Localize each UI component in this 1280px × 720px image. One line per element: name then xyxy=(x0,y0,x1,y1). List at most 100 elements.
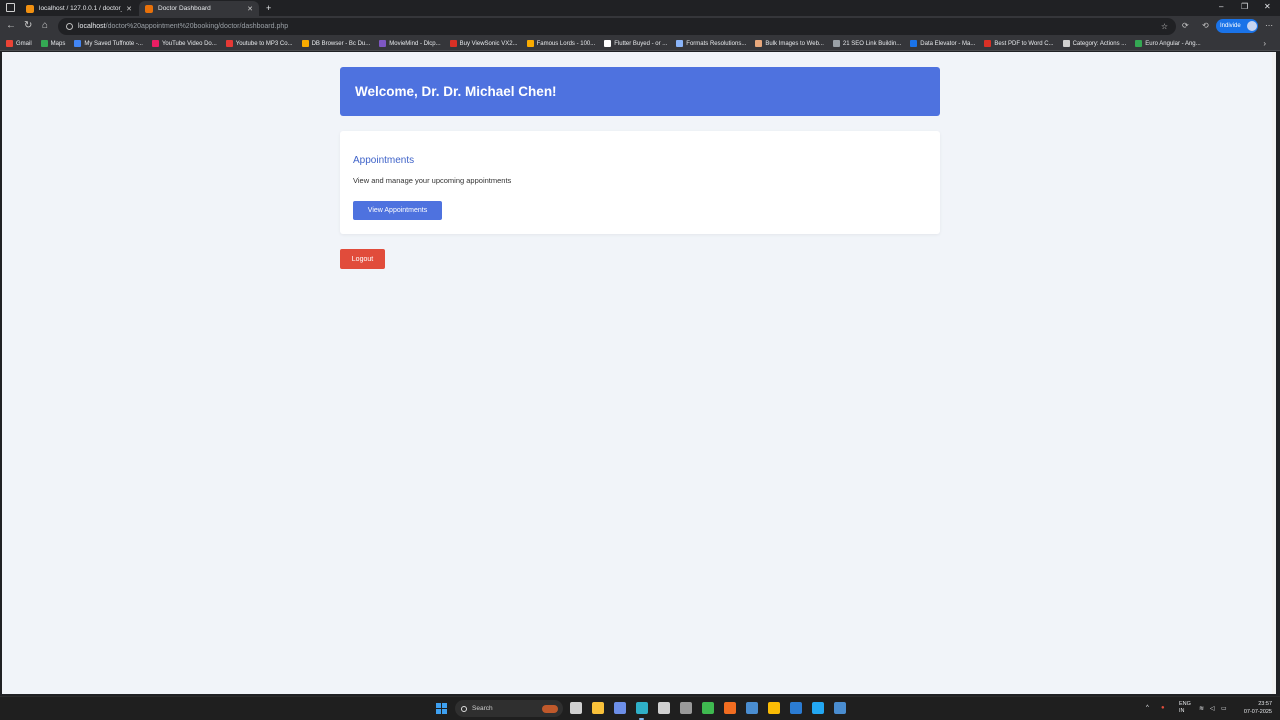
xbox-icon[interactable] xyxy=(702,702,714,714)
bookmark-item[interactable]: Euro Angular - Ang... xyxy=(1135,40,1201,47)
bookmark-item[interactable]: Youtube to MP3 Co... xyxy=(225,40,293,47)
bookmark-label: 21 SEO Link Buildin... xyxy=(842,40,902,47)
copilot-icon[interactable] xyxy=(614,702,626,714)
site-info-icon[interactable] xyxy=(66,23,73,30)
bookmark-label: Best PDF to Word C... xyxy=(994,40,1054,47)
bookmark-item[interactable]: Best PDF to Word C... xyxy=(984,40,1054,47)
tab-strip: localhost / 127.0.0.1 / doctor_app ✕ Doc… xyxy=(0,0,1280,16)
file-explorer-icon[interactable] xyxy=(592,702,604,714)
store-icon[interactable] xyxy=(658,702,670,714)
close-tab-icon[interactable]: ✕ xyxy=(247,5,253,13)
profile-button[interactable]: Individe xyxy=(1216,19,1258,33)
extensions-icon[interactable]: ⟳ xyxy=(1182,21,1189,30)
bookmark-item[interactable]: Gmail xyxy=(6,40,32,47)
bookmark-item[interactable]: YouTube Video Do... xyxy=(151,40,217,47)
task-view-icon[interactable] xyxy=(570,702,582,714)
logout-button[interactable]: Logout xyxy=(340,249,385,269)
appointments-card: Appointments View and manage your upcomi… xyxy=(340,131,940,234)
volume-icon[interactable]: ◁ xyxy=(1210,705,1215,712)
search-highlight-icon xyxy=(542,704,558,713)
bookmark-label: Data Elevator - Ma... xyxy=(920,40,976,47)
bookmark-favicon-icon xyxy=(604,40,612,47)
welcome-header: Welcome, Dr. Dr. Michael Chen! xyxy=(340,67,940,116)
bookmark-item[interactable]: Formats Resolutions... xyxy=(676,40,746,47)
bookmark-favicon-icon xyxy=(1062,40,1070,47)
search-icon xyxy=(461,705,467,712)
bookmark-favicon-icon xyxy=(910,40,918,47)
reload-icon[interactable]: ↻ xyxy=(24,20,32,31)
bookmark-item[interactable]: Flutter Buyed - or ... xyxy=(604,40,667,47)
firefox-icon[interactable] xyxy=(724,702,736,714)
maximize-icon[interactable]: ❐ xyxy=(1241,2,1248,11)
taskbar-search[interactable]: Search xyxy=(455,700,563,717)
bookmark-item[interactable]: My Saved Tuffnote -... xyxy=(74,40,143,47)
bookmark-item[interactable]: MovieMind - Dlcp... xyxy=(379,40,441,47)
close-tab-icon[interactable]: ✕ xyxy=(126,5,132,13)
bookmark-item[interactable]: Famous Lords - 100... xyxy=(526,40,596,47)
bookmark-favicon-icon xyxy=(6,40,13,47)
bookmark-label: Bulk Images to Web... xyxy=(765,40,824,47)
edge-icon[interactable] xyxy=(636,702,648,714)
bookmark-favicon-icon xyxy=(225,40,233,47)
address-bar[interactable]: localhost/doctor%20appointment%20booking… xyxy=(58,18,1176,35)
bookmark-label: YouTube Video Do... xyxy=(161,40,217,47)
close-window-icon[interactable]: ✕ xyxy=(1264,2,1271,11)
tab-actions-icon[interactable] xyxy=(6,3,15,12)
page-content: Welcome, Dr. Dr. Michael Chen! Appointme… xyxy=(2,52,1276,694)
bookmark-item[interactable]: Maps xyxy=(40,40,65,47)
scrollbar[interactable] xyxy=(1272,52,1276,694)
bookmark-favicon-icon xyxy=(526,40,534,47)
language-indicator[interactable]: ENG IN xyxy=(1179,701,1191,715)
card-description: View and manage your upcoming appointmen… xyxy=(353,176,512,185)
bookmark-item[interactable]: Buy ViewSonic VX2... xyxy=(449,40,518,47)
bookmark-favicon-icon xyxy=(301,40,309,47)
bookmark-label: Buy ViewSonic VX2... xyxy=(459,40,518,47)
bookmark-item[interactable]: Bulk Images to Web... xyxy=(755,40,824,47)
app-tray-icon[interactable]: ● xyxy=(1161,705,1165,711)
bookmark-item[interactable]: DB Browser - Bc Du... xyxy=(301,40,370,47)
back-icon[interactable]: ← xyxy=(6,20,16,31)
start-icon[interactable] xyxy=(436,703,447,714)
browser-toolbar: ← ↻ ⌂ localhost/doctor%20appointment%20b… xyxy=(0,16,1280,37)
clock[interactable]: 23:57 07-07-2025 xyxy=(1238,700,1272,716)
chrome-icon[interactable] xyxy=(768,702,780,714)
menu-icon[interactable]: ⋯ xyxy=(1265,21,1273,30)
history-icon[interactable]: ⟲ xyxy=(1202,21,1209,30)
bookmark-favicon-icon xyxy=(40,40,48,47)
page-favicon-icon xyxy=(145,4,153,13)
bookmarks-bar: Gmail Maps My Saved Tuffnote -... YouTube V… xyxy=(0,37,1280,51)
bookmark-favicon-icon xyxy=(151,40,159,47)
more-bookmarks-icon[interactable]: › xyxy=(1263,39,1266,48)
show-hidden-icons-icon[interactable]: ^ xyxy=(1146,705,1149,711)
word-icon[interactable] xyxy=(790,702,802,714)
view-appointments-button[interactable]: View Appointments xyxy=(353,201,442,220)
new-tab-icon[interactable]: + xyxy=(266,3,271,13)
card-title: Appointments xyxy=(353,155,415,166)
terminal-icon[interactable] xyxy=(746,702,758,714)
taskbar: Search ^ ● ENG IN ≋ ◁ ▭ 23:57 07-07-2025 xyxy=(0,696,1280,720)
battery-icon[interactable]: ▭ xyxy=(1221,705,1227,712)
url-text: localhost/doctor%20appointment%20booking… xyxy=(78,23,289,30)
bookmark-favicon-icon xyxy=(832,40,840,47)
bookmark-favicon-icon xyxy=(379,40,387,47)
bookmark-favicon-icon xyxy=(755,40,763,47)
bookmark-item[interactable]: 21 SEO Link Buildin... xyxy=(832,40,902,47)
bookmark-favicon-icon xyxy=(74,40,82,47)
vscode-icon[interactable] xyxy=(812,702,824,714)
tab-phpmyadmin[interactable]: localhost / 127.0.0.1 / doctor_app ✕ xyxy=(20,1,138,16)
bookmark-favicon-icon xyxy=(1135,40,1143,47)
wifi-icon[interactable]: ≋ xyxy=(1199,705,1204,712)
minimize-icon[interactable]: – xyxy=(1219,2,1223,11)
tab-doctor-dashboard[interactable]: Doctor Dashboard ✕ xyxy=(139,1,259,16)
bookmark-item[interactable]: Category: Actions ... xyxy=(1062,40,1126,47)
welcome-text: Welcome, Dr. Dr. Michael Chen! xyxy=(355,84,557,99)
bookmark-label: My Saved Tuffnote -... xyxy=(84,40,143,47)
bookmark-label: Famous Lords - 100... xyxy=(536,40,596,47)
terminal-2-icon[interactable] xyxy=(834,702,846,714)
settings-icon[interactable] xyxy=(680,702,692,714)
home-icon[interactable]: ⌂ xyxy=(42,20,48,31)
bookmark-favicon-icon xyxy=(676,40,684,47)
bookmark-star-icon[interactable]: ☆ xyxy=(1161,22,1168,31)
bookmark-label: Formats Resolutions... xyxy=(686,40,747,47)
bookmark-item[interactable]: Data Elevator - Ma... xyxy=(910,40,975,47)
